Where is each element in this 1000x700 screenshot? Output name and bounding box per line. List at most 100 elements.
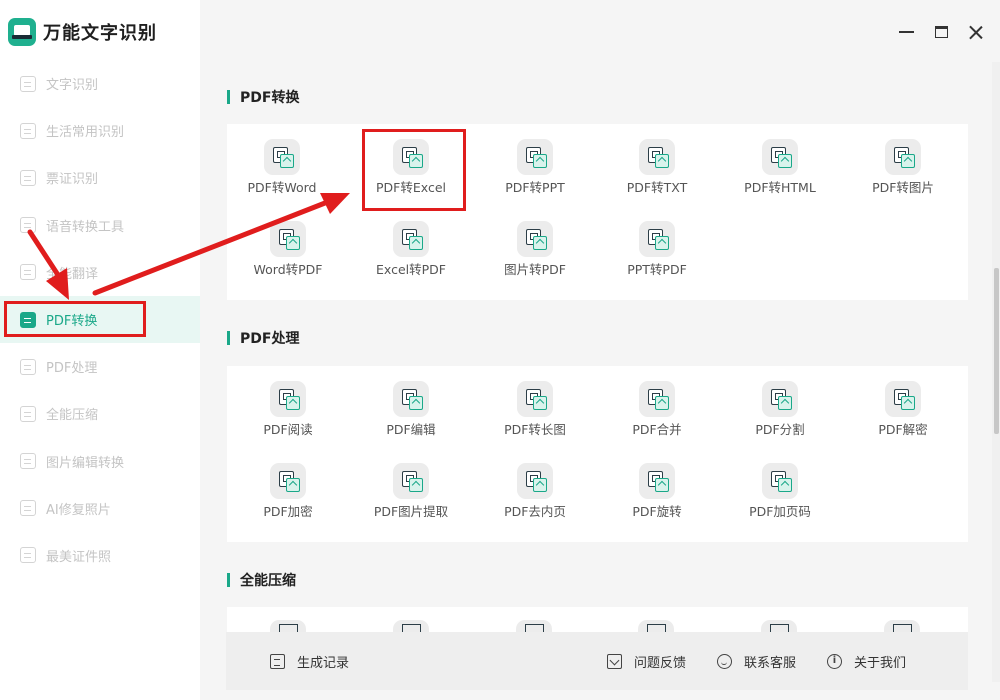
tool-label: PDF加密: [263, 504, 313, 519]
pdf-decrypt-icon: [885, 381, 921, 417]
service-button[interactable]: 联系客服: [717, 632, 796, 690]
section-accent-bar: [227, 331, 230, 345]
tool-pdf-to-txt[interactable]: PDF转TXT: [602, 139, 712, 215]
compress-tool-icon[interactable]: [884, 620, 920, 633]
tool-label: PDF分割: [755, 422, 805, 437]
feedback-label: 问题反馈: [634, 655, 687, 671]
minimize-button[interactable]: [894, 20, 918, 44]
sidebar-item-voice-tools[interactable]: 语音转换工具: [0, 202, 200, 249]
about-label: 关于我们: [854, 655, 907, 671]
pdf-convert-card: PDF转Word PDF转Excel PDF转PPT PDF转TXT PDF转H…: [227, 124, 968, 300]
sidebar-item-image-edit[interactable]: 图片编辑转换: [0, 438, 200, 485]
section-title-pdf-convert: PDF转换: [227, 88, 299, 106]
sidebar-item-compress[interactable]: 全能压缩: [0, 390, 200, 437]
scan-icon: [20, 122, 36, 139]
tool-pdf-long-image[interactable]: PDF转长图: [480, 381, 590, 457]
highlight-box-nav: [4, 301, 146, 337]
tool-pdf-to-html[interactable]: PDF转HTML: [725, 139, 835, 215]
section-accent-bar: [227, 573, 230, 587]
tool-label: PDF转HTML: [744, 180, 816, 195]
tool-pdf-to-word[interactable]: PDF转Word: [227, 139, 337, 215]
compress-tool-icon[interactable]: [761, 620, 797, 633]
tool-pdf-to-ppt[interactable]: PDF转PPT: [480, 139, 590, 215]
tool-label: PDF转Word: [247, 180, 317, 195]
tool-label: PDF旋转: [632, 504, 682, 519]
headset-icon: [717, 653, 732, 669]
tool-excel-to-pdf[interactable]: Excel转PDF: [356, 221, 466, 297]
image-icon: [20, 453, 36, 470]
pdf-remove-pages-icon: [517, 463, 553, 499]
excel-to-pdf-icon: [393, 221, 429, 257]
sidebar-item-translate[interactable]: 全能翻译: [0, 249, 200, 296]
app-logo-icon: [8, 18, 36, 46]
tool-label: PPT转PDF: [627, 262, 687, 277]
section-title-pdf-process: PDF处理: [227, 329, 299, 347]
sidebar-item-label: 生活常用识别: [46, 125, 125, 141]
pdf-read-icon: [270, 381, 306, 417]
tool-label: PDF转长图: [504, 422, 566, 437]
sidebar-item-label: 全能压缩: [46, 408, 99, 424]
sidebar-item-label: 票证识别: [46, 172, 99, 188]
close-button[interactable]: [963, 20, 987, 44]
pdf-page-numbers-icon: [762, 463, 798, 499]
pdf-long-image-icon: [517, 381, 553, 417]
compress-tool-icon[interactable]: [270, 620, 306, 633]
scrollbar-thumb[interactable]: [994, 268, 999, 434]
minimize-icon: [898, 31, 914, 33]
service-label: 联系客服: [744, 655, 797, 671]
compress-tool-icon[interactable]: [516, 620, 552, 633]
sidebar-item-pdf-process[interactable]: PDF处理: [0, 343, 200, 390]
section-title-compress: 全能压缩: [227, 571, 296, 589]
ppt-to-pdf-icon: [639, 221, 675, 257]
pdf-split-icon: [762, 381, 798, 417]
tool-label: PDF转TXT: [626, 180, 688, 195]
tool-word-to-pdf[interactable]: Word转PDF: [233, 221, 343, 297]
tool-label: PDF解密: [878, 422, 928, 437]
pdf-extract-images-icon: [393, 463, 429, 499]
records-button[interactable]: 生成记录: [270, 632, 349, 690]
pdf-to-ppt-icon: [517, 139, 553, 175]
tool-pdf-encrypt[interactable]: PDF加密: [233, 463, 343, 539]
tool-pdf-to-image[interactable]: PDF转图片: [848, 139, 958, 215]
compress-tool-icon[interactable]: [393, 620, 429, 633]
tool-pdf-extract-images[interactable]: PDF图片提取: [356, 463, 466, 539]
tool-image-to-pdf[interactable]: 图片转PDF: [480, 221, 590, 297]
sidebar-item-id-photo[interactable]: 最美证件照: [0, 532, 200, 579]
close-icon: [968, 25, 983, 40]
compress-icon: [20, 405, 36, 422]
pdf-to-word-icon: [264, 139, 300, 175]
clipboard-icon: [270, 653, 285, 669]
sidebar-item-label: 文字识别: [46, 78, 99, 94]
feedback-button[interactable]: 问题反馈: [607, 632, 686, 690]
footer-bar: 生成记录 问题反馈 联系客服 i 关于我们: [226, 632, 968, 690]
photo-icon: [20, 500, 36, 517]
maximize-button[interactable]: [929, 20, 953, 44]
tool-pdf-split[interactable]: PDF分割: [725, 381, 835, 457]
tool-ppt-to-pdf[interactable]: PPT转PDF: [602, 221, 712, 297]
tool-pdf-decrypt[interactable]: PDF解密: [848, 381, 958, 457]
section-accent-bar: [227, 90, 230, 104]
tool-pdf-rotate[interactable]: PDF旋转: [602, 463, 712, 539]
pdf-merge-icon: [639, 381, 675, 417]
records-label: 生成记录: [297, 655, 350, 671]
sidebar-item-label: PDF处理: [46, 361, 98, 377]
compress-tool-icon[interactable]: [638, 620, 674, 633]
tool-label: PDF加页码: [749, 504, 811, 519]
sidebar-item-ai-photo[interactable]: AI修复照片: [0, 485, 200, 532]
sidebar-item-label: AI修复照片: [46, 502, 111, 518]
sidebar-item-daily-ocr[interactable]: 生活常用识别: [0, 107, 200, 154]
tool-pdf-edit[interactable]: PDF编辑: [356, 381, 466, 457]
tool-label: 图片转PDF: [504, 262, 566, 277]
feedback-icon: [607, 653, 622, 669]
tool-pdf-read[interactable]: PDF阅读: [233, 381, 343, 457]
tool-pdf-remove-pages[interactable]: PDF去内页: [480, 463, 590, 539]
tool-pdf-page-numbers[interactable]: PDF加页码: [725, 463, 835, 539]
pdf-to-txt-icon: [639, 139, 675, 175]
tool-pdf-merge[interactable]: PDF合并: [602, 381, 712, 457]
about-button[interactable]: i 关于我们: [827, 632, 906, 690]
sidebar-item-text-ocr[interactable]: 文字识别: [0, 60, 200, 107]
sidebar-item-ticket-ocr[interactable]: 票证识别: [0, 154, 200, 201]
pdf-rotate-icon: [639, 463, 675, 499]
pdf-process-card: PDF阅读 PDF编辑 PDF转长图 PDF合并 PDF分割 PDF解密 PDF…: [227, 366, 968, 542]
tool-label: PDF转PPT: [505, 180, 565, 195]
